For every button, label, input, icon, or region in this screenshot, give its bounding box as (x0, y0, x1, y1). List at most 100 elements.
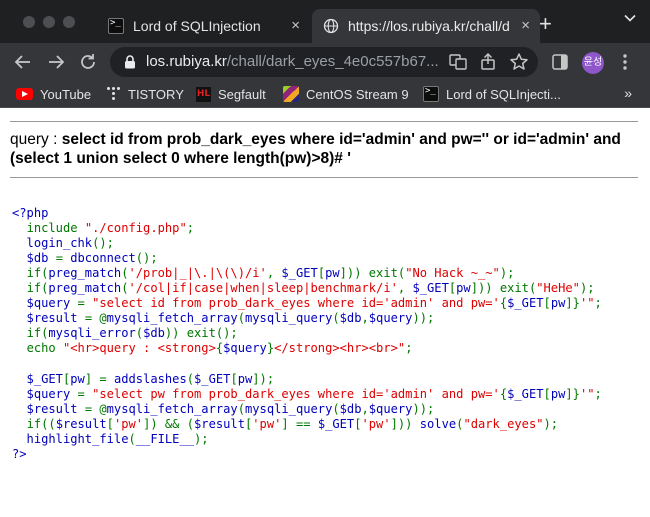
code-token: $result (55, 416, 107, 431)
code-line: highlight_file(__FILE__); (12, 432, 602, 447)
window-minimize-button[interactable] (43, 16, 55, 28)
bookmark-centos[interactable]: CentOS Stream 9 (283, 85, 409, 103)
bookmarks-bar: YouTube TISTORY HL Segfault CentOS Strea… (0, 81, 650, 108)
reload-icon[interactable] (77, 51, 99, 73)
bookmark-lord-of-sqlinjection[interactable]: Lord of SQLInjecti... (423, 85, 561, 103)
terminal-icon (108, 18, 124, 34)
share-icon[interactable] (478, 52, 498, 72)
code-token: pw (237, 371, 253, 386)
lock-icon[interactable] (124, 55, 136, 69)
back-arrow-icon[interactable] (12, 51, 34, 73)
code-token: ; (405, 341, 413, 356)
translate-icon[interactable] (448, 52, 468, 72)
code-token: $result (12, 401, 85, 416)
code-token: "dark_eyes" (463, 416, 544, 431)
code-token: = @ (84, 401, 107, 416)
code-token: preg_match (48, 281, 122, 296)
code-line: login_chk(); (12, 236, 602, 251)
tistory-icon (107, 87, 121, 101)
code-token: ; (186, 221, 195, 236)
code-token: ])) exit( (339, 266, 406, 281)
code-token: ]); (252, 371, 275, 386)
profile-avatar[interactable]: 윤성 (582, 52, 604, 74)
tab-title: https://los.rubiya.kr/chall/d (348, 18, 510, 34)
side-panel-icon[interactable] (550, 52, 570, 72)
code-token: = (77, 386, 93, 401)
code-token: ( (332, 311, 340, 326)
code-token: $result (194, 416, 245, 431)
close-icon[interactable]: × (521, 18, 530, 34)
bookmark-segfault[interactable]: HL Segfault (196, 85, 266, 103)
tab-search-icon[interactable] (624, 14, 636, 22)
forward-arrow-icon[interactable] (45, 51, 67, 73)
code-token: ); (499, 266, 515, 281)
bookmark-tistory[interactable]: TISTORY (107, 85, 184, 103)
code-token: , (361, 401, 369, 416)
code-token: dbconnect (70, 251, 136, 266)
code-token: $_GET (317, 416, 355, 431)
bookmarks-overflow-button[interactable]: » (624, 85, 632, 101)
code-token: [ (543, 296, 551, 311)
tab-strip: Lord of SQLInjection × https://los.rubiy… (0, 0, 650, 43)
browser-toolbar: los.rubiya.kr/chall/dark_eyes_4e0c557b67… (0, 43, 650, 81)
code-token: $result (12, 311, 85, 326)
code-token: ])) (390, 416, 420, 431)
code-token: pw (550, 386, 566, 401)
tab-lord-of-sqlinjection[interactable]: Lord of SQLInjection × (98, 9, 310, 43)
tab-active-challenge[interactable]: https://los.rubiya.kr/chall/d × (312, 9, 540, 43)
code-token: [ (543, 386, 551, 401)
code-token: , (361, 311, 369, 326)
bookmark-label: Segfault (218, 86, 266, 102)
window-zoom-button[interactable] (63, 16, 75, 28)
bookmark-star-icon[interactable] (509, 52, 529, 72)
code-token: "./config.php" (84, 221, 187, 236)
code-line: if(preg_match('/prob|_|\.|\(\)/i', $_GET… (12, 266, 602, 281)
code-token: '/prob|_|\.|\(\)/i' (128, 266, 267, 281)
code-token: pw (456, 281, 471, 296)
code-token: $_GET (507, 386, 544, 401)
code-token: ; (594, 386, 602, 401)
code-token: if( (26, 281, 49, 296)
code-token: ; (594, 296, 602, 311)
code-token: , (397, 281, 413, 296)
code-token: ] == (281, 416, 318, 431)
more-menu-icon[interactable] (618, 52, 632, 72)
code-token: ( (186, 371, 195, 386)
address-bar[interactable]: los.rubiya.kr/chall/dark_eyes_4e0c557b67… (110, 47, 538, 77)
code-token: "select id from prob_dark_eyes where id=… (92, 296, 500, 311)
code-token: ); (543, 416, 559, 431)
code-token: ); (194, 431, 209, 446)
code-token: $query (223, 341, 267, 356)
code-token: ]) && ( (143, 416, 195, 431)
code-token: if( (26, 326, 49, 341)
divider (10, 177, 638, 178)
terminal-icon (423, 86, 439, 102)
code-token: $_GET (412, 281, 449, 296)
code-token: <?php (12, 206, 49, 220)
code-token: 'pw' (252, 416, 282, 431)
code-token: $_GET (12, 371, 63, 386)
code-token: "select pw from prob_dark_eyes where id=… (92, 386, 500, 401)
bookmark-youtube[interactable]: YouTube (16, 85, 91, 103)
code-token: ( (237, 311, 245, 326)
code-token: [ (230, 371, 238, 386)
code-token: $_GET (507, 296, 544, 311)
globe-icon (323, 18, 339, 34)
code-token: if( (26, 266, 49, 281)
close-icon[interactable]: × (291, 18, 300, 34)
code-token: ( (135, 326, 144, 341)
code-token: mysqli_query (245, 401, 333, 416)
code-token: $query (368, 401, 413, 416)
code-token: '/col|if|case|when|sleep|benchmark/i' (128, 281, 398, 296)
code-token: $_GET (194, 371, 231, 386)
code-token: $db (12, 251, 56, 266)
code-token: '" (579, 386, 595, 401)
new-tab-button[interactable]: + (539, 13, 552, 35)
code-token: solve (419, 416, 457, 431)
window-close-button[interactable] (23, 16, 35, 28)
code-token: pw (550, 296, 566, 311)
page-content: query : select id from prob_dark_eyes wh… (0, 108, 650, 517)
code-token: ]} (565, 386, 580, 401)
